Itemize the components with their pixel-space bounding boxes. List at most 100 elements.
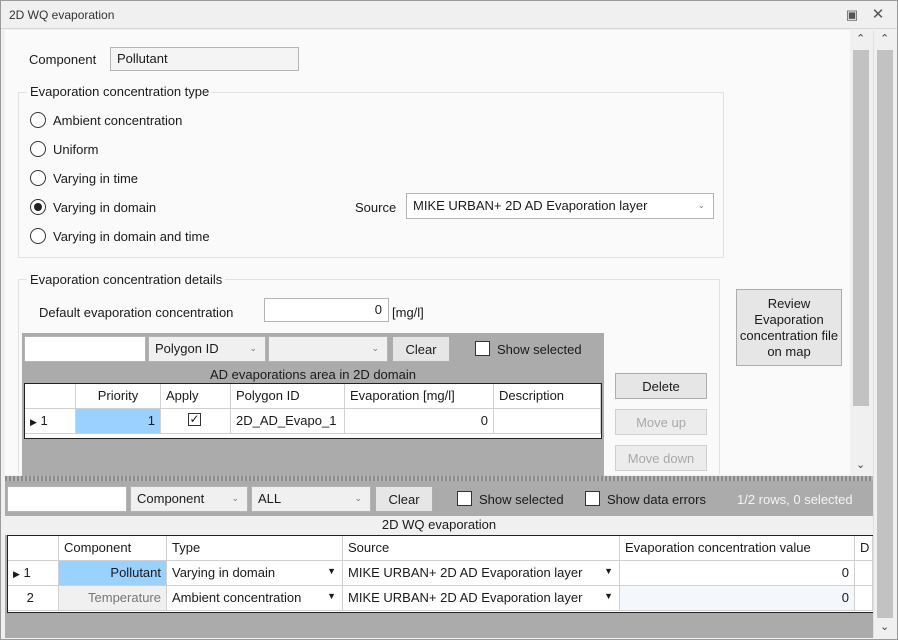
outer-row-header[interactable]: 2	[8, 586, 59, 611]
inner-row-number: 1	[40, 413, 48, 428]
outer-cell-source[interactable]: MIKE URBAN+ 2D AD Evaporation layer ▼	[343, 586, 620, 611]
outer-table: Component Type Source Evaporation concen…	[7, 535, 873, 613]
outer-col-type[interactable]: Type	[167, 536, 343, 561]
inner-col-description[interactable]: Description	[494, 384, 601, 409]
outer-cell-component[interactable]: Temperature	[59, 586, 167, 611]
inner-col-apply[interactable]: Apply	[161, 384, 231, 409]
chevron-down-icon[interactable]: ▼	[327, 566, 336, 576]
outer-cell-type[interactable]: Varying in domain ▼	[167, 561, 343, 586]
outer-col-source[interactable]: Source	[343, 536, 620, 561]
move-down-button[interactable]: Move down	[615, 445, 707, 471]
default-concentration-input[interactable]: 0	[264, 298, 389, 322]
outer-cell-source[interactable]: MIKE URBAN+ 2D AD Evaporation layer ▼	[343, 561, 620, 586]
close-icon[interactable]: ✕	[869, 6, 887, 24]
radio-ambient-label[interactable]: Ambient concentration	[53, 113, 182, 128]
inner-cell-description[interactable]	[494, 409, 601, 434]
outer-row-number: 1	[23, 565, 31, 580]
inner-cell-apply[interactable]: ✓	[161, 409, 231, 434]
radio-varying-domain-label[interactable]: Varying in domain	[53, 200, 156, 215]
inner-search-input[interactable]	[24, 336, 146, 362]
radio-ambient[interactable]	[30, 112, 46, 128]
inner-col-polygon-id[interactable]: Polygon ID	[231, 384, 345, 409]
radio-uniform[interactable]	[30, 141, 46, 157]
inner-show-selected-label[interactable]: Show selected	[497, 342, 582, 357]
chevron-up-icon[interactable]: ⌃	[856, 32, 865, 45]
outer-row-header[interactable]: ▶ 1	[8, 561, 59, 586]
outer-cell-value[interactable]: 0	[620, 561, 855, 586]
radio-uniform-label[interactable]: Uniform	[53, 142, 99, 157]
evaporation-type-title: Evaporation concentration type	[27, 84, 213, 99]
outer-source-value: MIKE URBAN+ 2D AD Evaporation layer	[348, 565, 583, 580]
outer-clear-button[interactable]: Clear	[375, 486, 433, 512]
outer-row-number: 2	[26, 590, 34, 605]
form-scrollbar[interactable]: ⌃ ⌄	[851, 30, 871, 476]
chevron-down-icon[interactable]: ▼	[604, 566, 613, 576]
inner-table: Priority Apply Polygon ID Evaporation [m…	[24, 383, 602, 439]
form-scroll-thumb[interactable]	[853, 50, 869, 406]
outer-type-value: Ambient concentration	[172, 590, 302, 605]
outer-source-value: MIKE URBAN+ 2D AD Evaporation layer	[348, 590, 583, 605]
outer-value-dropdown[interactable]: ALL ⌄	[251, 486, 371, 512]
inner-field-value: Polygon ID	[155, 341, 219, 356]
window-scrollbar[interactable]: ⌃ ⌄	[873, 30, 895, 638]
default-concentration-unit: [mg/l]	[392, 305, 424, 320]
outer-show-selected-label[interactable]: Show selected	[479, 492, 564, 507]
outer-field-value: Component	[137, 491, 205, 506]
window-title: 2D WQ evaporation	[9, 8, 115, 22]
outer-header-corner	[8, 536, 59, 561]
chevron-down-icon[interactable]: ⌄	[880, 620, 889, 633]
source-dropdown[interactable]: MIKE URBAN+ 2D AD Evaporation layer ⌄	[406, 193, 714, 219]
outer-field-dropdown[interactable]: Component ⌄	[130, 486, 248, 512]
outer-cell-type[interactable]: Ambient concentration ▼	[167, 586, 343, 611]
outer-show-selected-checkbox[interactable]	[457, 491, 472, 506]
inner-show-selected-checkbox[interactable]	[475, 341, 490, 356]
outer-table-caption: 2D WQ evaporation	[381, 517, 497, 532]
inner-value-dropdown[interactable]: ⌄	[268, 336, 388, 362]
outer-cell-d[interactable]	[855, 561, 873, 586]
inner-clear-button[interactable]: Clear	[392, 336, 450, 362]
source-label: Source	[355, 200, 397, 215]
inner-row-header[interactable]: ▶ 1	[25, 409, 76, 434]
window-scroll-thumb[interactable]	[877, 50, 893, 618]
inner-cell-priority[interactable]: 1	[76, 409, 161, 434]
chevron-down-icon: ⌄	[231, 493, 239, 503]
chevron-up-icon[interactable]: ⌃	[880, 32, 889, 45]
outer-col-d[interactable]: D	[855, 536, 873, 561]
outer-cell-value[interactable]: 0	[620, 586, 855, 611]
radio-varying-time-label[interactable]: Varying in time	[53, 171, 138, 186]
outer-cell-component[interactable]: Pollutant	[59, 561, 167, 586]
inner-col-evaporation[interactable]: Evaporation [mg/l]	[345, 384, 494, 409]
inner-cell-polygon-id[interactable]: 2D_AD_Evapo_1	[231, 409, 345, 434]
chevron-down-icon[interactable]: ▼	[604, 591, 613, 601]
chevron-down-icon[interactable]: ▼	[327, 591, 336, 601]
radio-varying-domain-time[interactable]	[30, 228, 46, 244]
radio-varying-time[interactable]	[30, 170, 46, 186]
inner-header-corner	[25, 384, 76, 409]
radio-varying-domain-time-label[interactable]: Varying in domain and time	[53, 229, 210, 244]
component-field[interactable]: Pollutant	[110, 47, 299, 71]
title-bar: 2D WQ evaporation ▣ ✕	[1, 1, 897, 29]
outer-cell-d[interactable]	[855, 586, 873, 611]
apply-checkbox[interactable]: ✓	[188, 413, 201, 426]
inner-field-dropdown[interactable]: Polygon ID ⌄	[148, 336, 266, 362]
move-up-button[interactable]: Move up	[615, 409, 707, 435]
restore-icon[interactable]: ▣	[843, 6, 861, 24]
review-on-map-button[interactable]: Review Evaporation concentration file on…	[736, 289, 842, 366]
evaporation-details-title: Evaporation concentration details	[27, 272, 226, 287]
outer-col-value[interactable]: Evaporation concentration value	[620, 536, 855, 561]
default-concentration-label: Default evaporation concentration	[39, 305, 234, 320]
show-errors-checkbox[interactable]	[585, 491, 600, 506]
inner-cell-evaporation[interactable]: 0	[345, 409, 494, 434]
outer-type-value: Varying in domain	[172, 565, 276, 580]
inner-table-caption: AD evaporations area in 2D domain	[210, 367, 416, 382]
inner-col-priority[interactable]: Priority	[76, 384, 161, 409]
delete-button[interactable]: Delete	[615, 373, 707, 399]
row-pointer-icon: ▶	[30, 417, 37, 427]
component-label: Component	[29, 52, 97, 67]
chevron-down-icon[interactable]: ⌄	[856, 458, 865, 471]
chevron-down-icon: ⌄	[354, 493, 362, 503]
outer-col-component[interactable]: Component	[59, 536, 167, 561]
show-errors-label[interactable]: Show data errors	[607, 492, 706, 507]
radio-varying-domain[interactable]	[30, 199, 46, 215]
outer-search-input[interactable]	[7, 486, 127, 512]
